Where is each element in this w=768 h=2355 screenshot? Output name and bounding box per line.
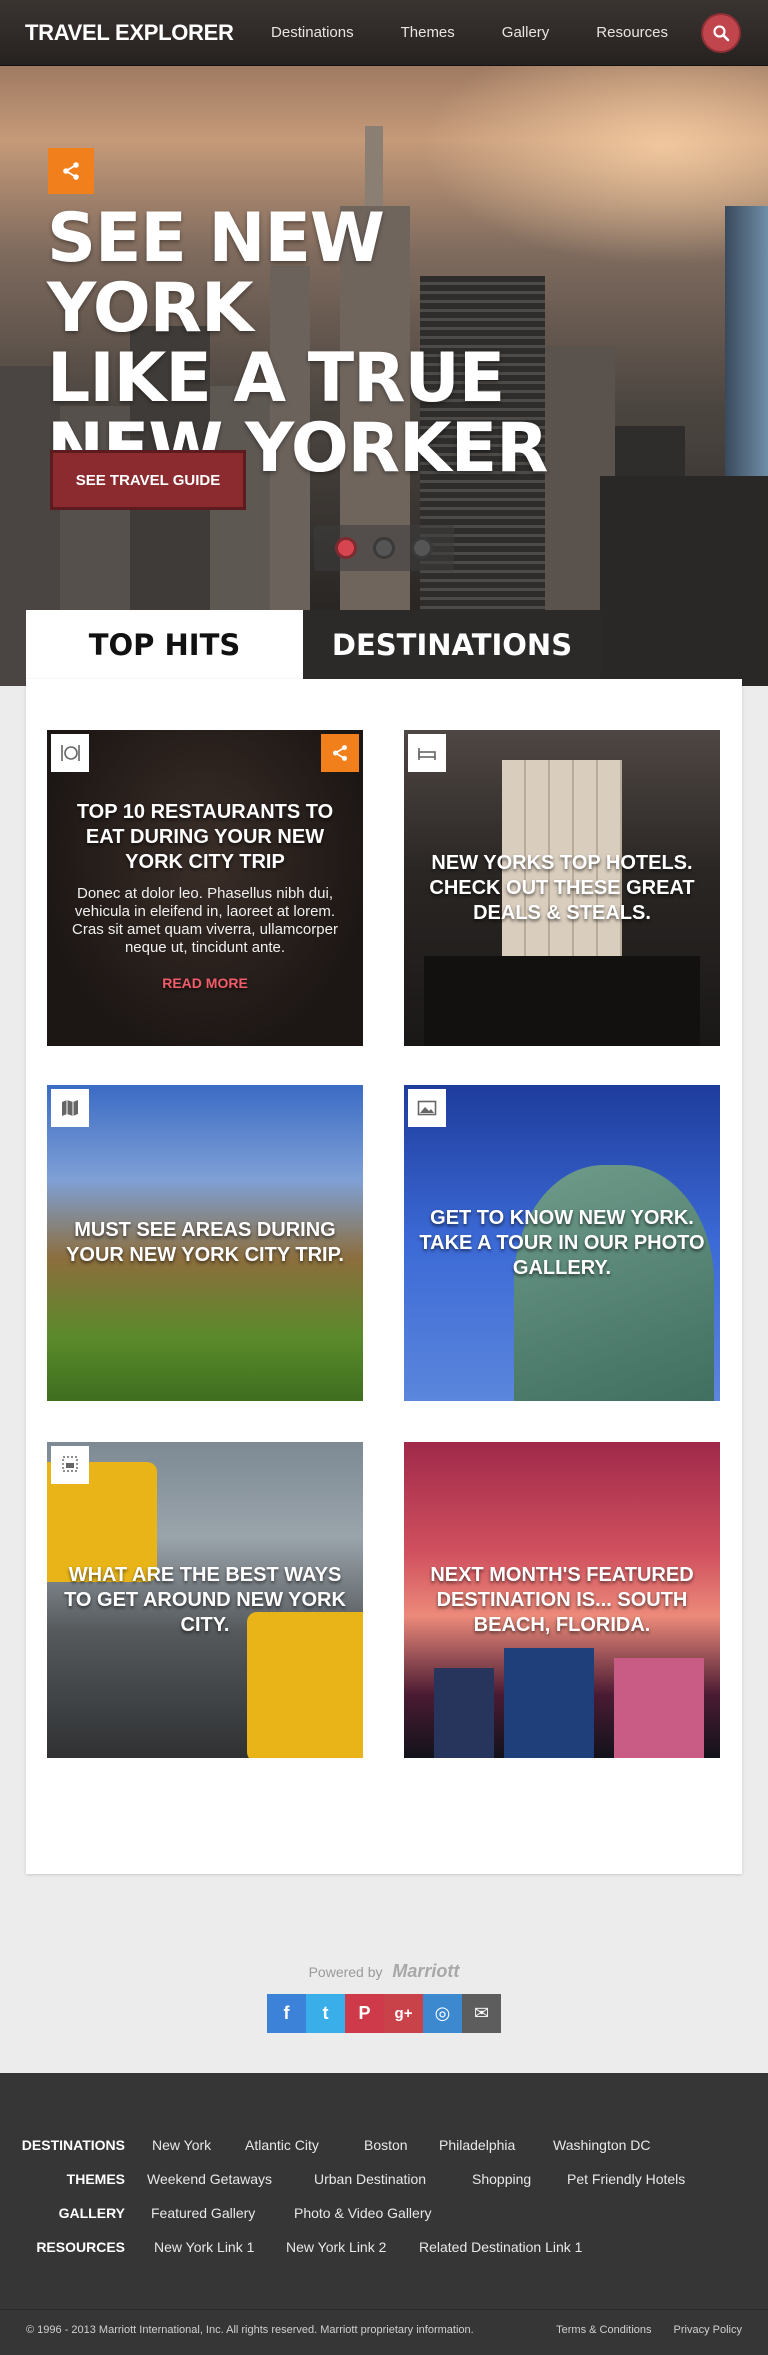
legal-links: Terms & Conditions Privacy Policy [556, 2324, 742, 2336]
card-restaurants[interactable]: TOP 10 RESTAURANTS TO EAT DURING YOUR NE… [47, 730, 363, 1046]
share-icon [332, 745, 348, 761]
terms-link[interactable]: Terms & Conditions [556, 2324, 651, 2336]
footer-link[interactable]: Atlantic City [245, 2137, 319, 2153]
card-category-badge [51, 1089, 89, 1127]
card-description: Donec at dolor leo. Phasellus nibh dui, … [72, 885, 338, 956]
card-featured-destination[interactable]: NEXT MONTH'S FEATURED DESTINATION IS... … [404, 1442, 720, 1758]
transport-icon [62, 1456, 78, 1472]
card-title: WHAT ARE THE BEST WAYS TO GET AROUND NEW… [64, 1563, 346, 1636]
footer-link[interactable]: Philadelphia [439, 2137, 515, 2153]
footer-link[interactable]: Urban Destination [314, 2171, 426, 2187]
main-nav: Destinations Themes Gallery Resources [271, 24, 668, 41]
mail-icon[interactable]: ✉ [462, 1994, 501, 2033]
card-category-badge [51, 1446, 89, 1484]
top-navigation-bar: TRAVEL EXPLORER Destinations Themes Gall… [0, 0, 768, 66]
card-image-building [434, 1668, 494, 1758]
see-travel-guide-button[interactable]: SEE TRAVEL GUIDE [50, 450, 246, 510]
hero-title: SEE NEW YORK LIKE A TRUE NEW YORKER [47, 204, 607, 484]
hero-share-button[interactable] [48, 148, 94, 194]
hero-banner: SEE NEW YORK LIKE A TRUE NEW YORKER SEE … [0, 66, 768, 686]
skyline-building [600, 476, 768, 686]
footer-link[interactable]: New York [152, 2137, 211, 2153]
hero-title-line: LIKE A TRUE [47, 339, 505, 418]
pinterest-icon[interactable]: P [345, 1994, 384, 2033]
card-must-see-areas[interactable]: MUST SEE AREAS DURING YOUR NEW YORK CITY… [47, 1085, 363, 1401]
carousel-dot-2[interactable] [373, 537, 395, 559]
card-image-statue [514, 1165, 714, 1401]
footer-link[interactable]: Featured Gallery [151, 2205, 255, 2221]
footer-label: THEMES [66, 2171, 125, 2187]
powered-by-label: Powered by [308, 1964, 383, 1980]
instagram-icon[interactable]: ◎ [423, 1994, 462, 2033]
footer-link[interactable]: New York Link 2 [286, 2239, 386, 2255]
facebook-icon[interactable]: f [267, 1994, 306, 2033]
copyright-text: © 1996 - 2013 Marriott International, In… [26, 2324, 474, 2336]
footer-row-gallery: GALLERY Featured Gallery Photo & Video G… [0, 2205, 768, 2227]
powered-by: Powered by Marriott [0, 1961, 768, 1982]
card-hotels[interactable]: NEW YORKS TOP HOTELS. CHECK OUT THESE GR… [404, 730, 720, 1046]
footer-link[interactable]: Pet Friendly Hotels [567, 2171, 685, 2187]
privacy-link[interactable]: Privacy Policy [674, 2324, 742, 2336]
footer-label: DESTINATIONS [21, 2137, 125, 2153]
footer-link[interactable]: Boston [364, 2137, 408, 2153]
hero-title-line: SEE NEW YORK [47, 199, 385, 348]
card-category-badge [408, 734, 446, 772]
footer-label: RESOURCES [36, 2239, 125, 2255]
card-title-text: TOP 10 RESTAURANTS TO EAT DURING YOUR NE… [76, 801, 334, 873]
nav-gallery[interactable]: Gallery [502, 24, 550, 41]
map-icon [62, 1100, 78, 1116]
footer-link[interactable]: Photo & Video Gallery [294, 2205, 432, 2221]
card-title: NEXT MONTH'S FEATURED DESTINATION IS... … [430, 1563, 694, 1636]
card-image-building [614, 1658, 704, 1758]
carousel-pagination [314, 525, 454, 571]
marriott-logo[interactable]: Marriott [392, 1961, 459, 1981]
social-share-bar: f t P g+ ◎ ✉ [267, 1994, 501, 2033]
footer-row-resources: RESOURCES New York Link 1 New York Link … [0, 2239, 768, 2261]
footer-link[interactable]: Washington DC [553, 2137, 651, 2153]
footer-link[interactable]: Related Destination Link 1 [419, 2239, 582, 2255]
card-image-building [504, 1648, 594, 1758]
nav-destinations[interactable]: Destinations [271, 24, 354, 41]
footer-link[interactable]: New York Link 1 [154, 2239, 254, 2255]
footer-label: GALLERY [58, 2205, 125, 2221]
nav-themes[interactable]: Themes [401, 24, 455, 41]
utensils-icon [61, 745, 80, 761]
footer-row-themes: THEMES Weekend Getaways Urban Destinatio… [0, 2171, 768, 2193]
googleplus-icon[interactable]: g+ [384, 1994, 423, 2033]
card-title: GET TO KNOW NEW YORK. TAKE A TOUR IN OUR… [419, 1206, 705, 1279]
card-title: MUST SEE AREAS DURING YOUR NEW YORK CITY… [66, 1219, 344, 1266]
footer-bottom-bar: © 1996 - 2013 Marriott International, In… [0, 2309, 768, 2355]
card-image-bed [424, 956, 700, 1046]
card-share-button[interactable] [321, 734, 359, 772]
photo-icon [417, 1100, 437, 1116]
share-icon [63, 162, 79, 180]
card-title: TOP 10 RESTAURANTS TO EAT DURING YOUR NE… [60, 800, 350, 996]
tab-destinations[interactable]: DESTINATIONS [303, 610, 601, 679]
search-button[interactable] [701, 13, 741, 53]
carousel-dot-1[interactable] [335, 537, 357, 559]
card-title: NEW YORKS TOP HOTELS. CHECK OUT THESE GR… [429, 851, 695, 924]
card-category-badge [408, 1089, 446, 1127]
tab-top-hits[interactable]: TOP HITS [26, 610, 303, 679]
carousel-dot-3[interactable] [411, 537, 433, 559]
brand-logo[interactable]: TRAVEL EXPLORER [25, 20, 234, 46]
nav-resources[interactable]: Resources [596, 24, 668, 41]
search-icon [713, 25, 730, 42]
footer-link[interactable]: Weekend Getaways [147, 2171, 272, 2187]
read-more-link[interactable]: READ MORE [60, 971, 350, 996]
footer-row-destinations: DESTINATIONS New York Atlantic City Bost… [0, 2137, 768, 2159]
card-photo-gallery[interactable]: GET TO KNOW NEW YORK. TAKE A TOUR IN OUR… [404, 1085, 720, 1401]
card-category-badge [51, 734, 89, 772]
card-getting-around[interactable]: WHAT ARE THE BEST WAYS TO GET AROUND NEW… [47, 1442, 363, 1758]
twitter-icon[interactable]: t [306, 1994, 345, 2033]
bed-icon [418, 748, 436, 760]
site-footer: DESTINATIONS New York Atlantic City Bost… [0, 2073, 768, 2355]
footer-link[interactable]: Shopping [472, 2171, 531, 2187]
